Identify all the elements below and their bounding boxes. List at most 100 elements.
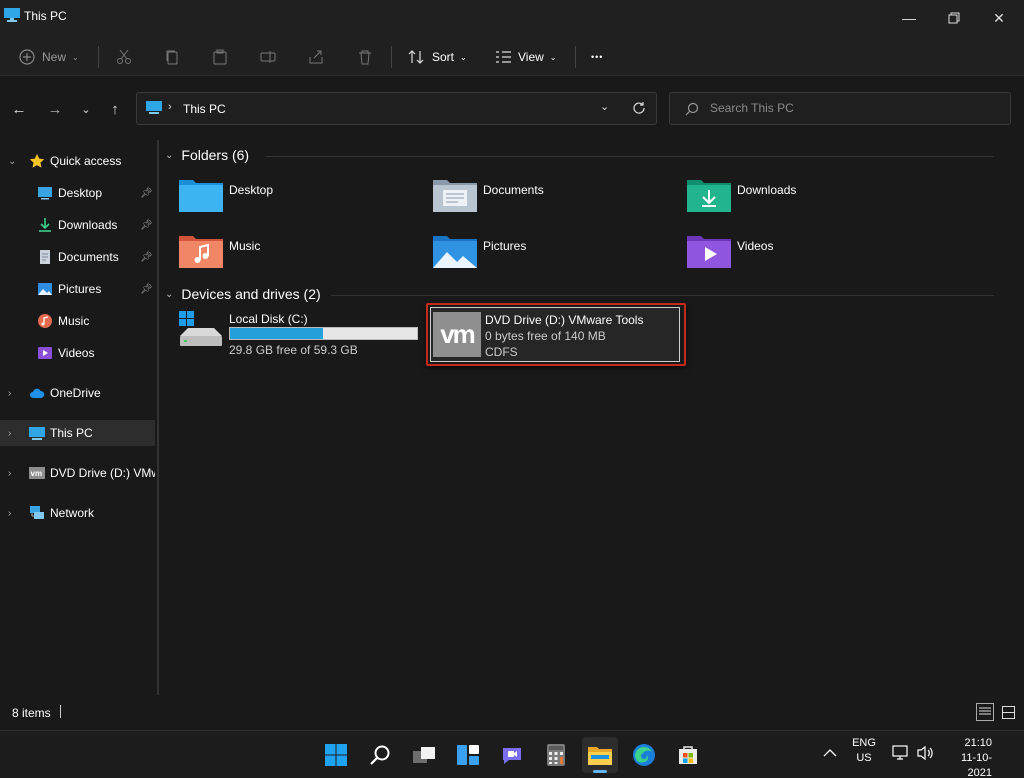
star-icon bbox=[29, 154, 45, 168]
pin-icon[interactable]: 📌︎ bbox=[140, 252, 153, 263]
widgets-button[interactable] bbox=[450, 737, 486, 773]
show-hidden-icons-button[interactable] bbox=[818, 741, 842, 765]
delete-button[interactable] bbox=[357, 44, 373, 70]
address-dropdown-icon[interactable]: ⌄ bbox=[600, 100, 609, 113]
title-bar: This PC — ✕ bbox=[0, 0, 1024, 36]
trash-icon bbox=[359, 50, 371, 65]
up-button[interactable]: ↑ bbox=[104, 98, 126, 120]
section-title: Devices and drives (2) bbox=[181, 286, 321, 302]
sidebar-item-dvd-drive[interactable]: › vm DVD Drive (D:) VMw bbox=[0, 460, 155, 486]
chevron-right-icon[interactable]: › bbox=[8, 388, 18, 399]
forward-button[interactable]: → bbox=[44, 98, 66, 120]
rename-button[interactable] bbox=[260, 44, 276, 70]
sidebar-item-desktop[interactable]: Desktop 📌︎ bbox=[0, 180, 155, 206]
task-view-button[interactable] bbox=[406, 737, 442, 773]
folder-label: Desktop bbox=[229, 183, 274, 197]
share-button[interactable] bbox=[308, 44, 324, 70]
drive-name: Local Disk (C:) bbox=[229, 312, 308, 326]
store-button[interactable] bbox=[670, 737, 706, 773]
sidebar-item-network[interactable]: › Network bbox=[0, 500, 155, 526]
sidebar-item-documents[interactable]: Documents 📌︎ bbox=[0, 244, 155, 270]
status-bar: 8 items bbox=[0, 695, 1024, 730]
dvd-drive-tile[interactable]: vm DVD Drive (D:) VMware Tools 0 bytes f… bbox=[430, 307, 680, 362]
sidebar-label: OneDrive bbox=[50, 386, 101, 400]
calculator-button[interactable] bbox=[538, 737, 574, 773]
chat-button[interactable] bbox=[494, 737, 530, 773]
command-bar: New ⌄ Sort ⌄ View ⌄ ••• bbox=[0, 36, 1024, 76]
chevron-down-icon[interactable]: ⌄ bbox=[165, 289, 173, 300]
devices-section-header[interactable]: ⌄ Devices and drives (2) bbox=[165, 286, 321, 302]
disk-usage-bar bbox=[229, 327, 418, 340]
refresh-icon[interactable] bbox=[632, 101, 646, 115]
tiles-view-button[interactable] bbox=[999, 703, 1017, 721]
drive-free-space: 0 bytes free of 140 MB bbox=[485, 329, 606, 343]
sidebar-item-this-pc[interactable]: › This PC bbox=[0, 420, 155, 446]
input-language-indicator[interactable]: ENG US bbox=[846, 736, 882, 774]
taskbar-search-button[interactable] bbox=[362, 737, 398, 773]
recent-locations-button[interactable]: ⌄ bbox=[75, 98, 97, 120]
view-button[interactable]: View ⌄ bbox=[494, 44, 557, 70]
sidebar-item-videos[interactable]: Videos bbox=[0, 340, 155, 366]
sidebar-item-downloads[interactable]: Downloads 📌︎ bbox=[0, 212, 155, 238]
cut-button[interactable] bbox=[116, 44, 132, 70]
folder-documents[interactable]: Documents bbox=[431, 174, 661, 220]
drive-dvd-selected[interactable]: vm DVD Drive (D:) VMware Tools 0 bytes f… bbox=[426, 303, 686, 366]
folder-desktop[interactable]: Desktop bbox=[177, 174, 407, 220]
sidebar-item-onedrive[interactable]: › OneDrive bbox=[0, 380, 155, 406]
new-button[interactable]: New ⌄ bbox=[18, 44, 79, 70]
start-button[interactable] bbox=[318, 737, 354, 773]
edge-button[interactable] bbox=[626, 737, 662, 773]
search-input[interactable] bbox=[710, 101, 1000, 115]
chevron-right-icon[interactable]: › bbox=[8, 468, 18, 479]
file-explorer-button[interactable] bbox=[582, 737, 618, 773]
pin-icon[interactable]: 📌︎ bbox=[140, 188, 153, 199]
volume-icon[interactable] bbox=[916, 745, 934, 761]
windows-logo-icon bbox=[325, 744, 347, 766]
desktop-icon bbox=[38, 187, 52, 200]
sort-icon bbox=[408, 50, 424, 64]
folders-section-header[interactable]: ⌄ Folders (6) bbox=[165, 147, 249, 163]
pin-icon[interactable]: 📌︎ bbox=[140, 284, 153, 295]
item-count: 8 items bbox=[12, 706, 51, 720]
search-box[interactable] bbox=[669, 92, 1011, 125]
search-icon bbox=[370, 745, 390, 765]
disk-usage-fill bbox=[230, 328, 323, 339]
folder-downloads[interactable]: Downloads bbox=[685, 174, 915, 220]
this-pc-icon bbox=[146, 101, 162, 114]
address-bar[interactable]: › This PC ⌄ bbox=[136, 92, 657, 125]
folder-label: Downloads bbox=[737, 183, 797, 197]
back-button[interactable]: ← bbox=[8, 98, 30, 120]
paste-button[interactable] bbox=[212, 44, 228, 70]
folder-label: Documents bbox=[483, 183, 544, 197]
copy-button[interactable] bbox=[164, 44, 180, 70]
chevron-down-icon[interactable]: ⌄ bbox=[8, 156, 18, 167]
folder-videos[interactable]: Videos bbox=[685, 230, 915, 276]
active-indicator bbox=[593, 770, 607, 773]
chevron-right-icon[interactable]: › bbox=[8, 508, 18, 519]
minimize-button[interactable]: — bbox=[886, 0, 932, 36]
address-path[interactable]: This PC bbox=[183, 102, 226, 116]
close-button[interactable]: ✕ bbox=[976, 0, 1022, 36]
document-icon bbox=[40, 250, 50, 264]
details-view-button[interactable] bbox=[976, 703, 994, 721]
clock[interactable]: 21:10 11-10-2021 bbox=[942, 736, 992, 778]
sidebar-item-music[interactable]: Music bbox=[0, 308, 155, 334]
sidebar-item-pictures[interactable]: Pictures 📌︎ bbox=[0, 276, 155, 302]
sidebar-item-quick-access[interactable]: ⌄ Quick access bbox=[0, 148, 155, 174]
folder-music[interactable]: Music bbox=[177, 230, 407, 276]
chevron-right-icon[interactable]: › bbox=[8, 428, 18, 439]
drive-local-disk[interactable]: Local Disk (C:) 29.8 GB free of 59.3 GB bbox=[177, 310, 422, 357]
folder-pictures[interactable]: Pictures bbox=[431, 230, 661, 276]
edge-browser-icon bbox=[633, 744, 655, 766]
pin-icon[interactable]: 📌︎ bbox=[140, 220, 153, 231]
chevron-down-icon[interactable]: ⌄ bbox=[165, 150, 173, 161]
chevron-right-icon: › bbox=[168, 101, 172, 113]
toolbar-divider bbox=[575, 46, 576, 68]
cloud-icon bbox=[30, 388, 45, 398]
network-status-icon[interactable] bbox=[892, 745, 910, 761]
restore-button[interactable] bbox=[931, 0, 977, 36]
toolbar-divider bbox=[391, 46, 392, 68]
more-options-button[interactable]: ••• bbox=[591, 44, 603, 70]
view-label: View bbox=[518, 50, 544, 64]
sort-button[interactable]: Sort ⌄ bbox=[408, 44, 467, 70]
